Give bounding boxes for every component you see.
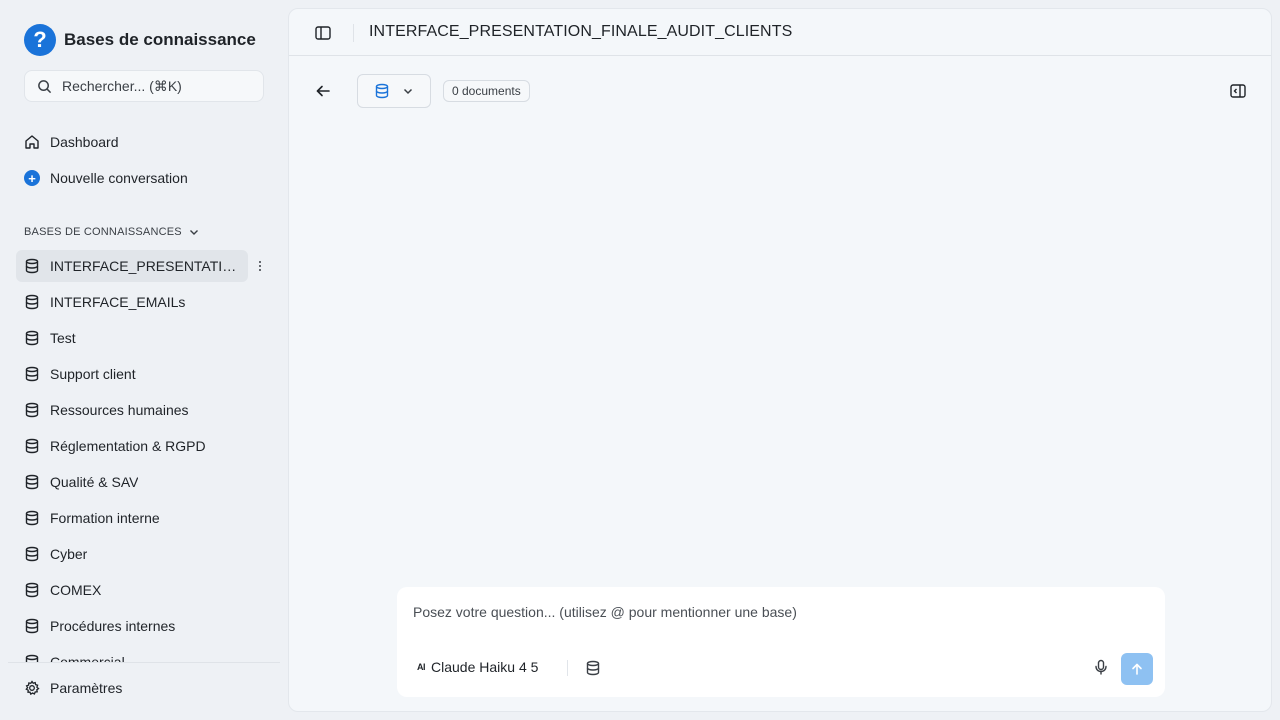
- knowledge-base-item[interactable]: INTERFACE_EMAILs: [16, 286, 248, 318]
- page-title: INTERFACE_PRESENTATION_FINALE_AUDIT_CLIE…: [369, 23, 793, 40]
- top-bar: INTERFACE_PRESENTATION_FINALE_AUDIT_CLIE…: [289, 9, 1271, 56]
- more-options-icon[interactable]: [254, 258, 266, 274]
- database-icon: [24, 258, 40, 274]
- database-icon: [24, 654, 40, 662]
- knowledge-base-label: COMEX: [50, 582, 102, 598]
- arrow-up-icon: [1132, 663, 1142, 675]
- documents-count-badge: 0 documents: [443, 80, 530, 102]
- nav-new-conversation[interactable]: + Nouvelle conversation: [16, 162, 248, 194]
- help-logo-icon: ?: [24, 24, 56, 56]
- send-button[interactable]: [1121, 653, 1153, 685]
- knowledge-base-label: Procédures internes: [50, 618, 176, 634]
- search-input[interactable]: Rechercher... (⌘K): [24, 70, 264, 102]
- knowledge-base-item[interactable]: Commercial: [16, 646, 248, 662]
- model-label: Claude Haiku 4 5: [431, 659, 539, 675]
- database-icon: [24, 546, 40, 562]
- knowledge-base-selector[interactable]: [357, 74, 431, 108]
- nav-settings[interactable]: Paramètres: [16, 672, 248, 704]
- plus-circle-icon: +: [24, 170, 40, 186]
- knowledge-base-label: Commercial: [50, 654, 125, 662]
- database-icon: [375, 83, 389, 99]
- database-icon: [24, 330, 40, 346]
- knowledge-base-label: Support client: [50, 366, 136, 382]
- database-icon: [24, 438, 40, 454]
- knowledge-base-item[interactable]: Ressources humaines: [16, 394, 248, 426]
- database-icon: [24, 294, 40, 310]
- main-panel: INTERFACE_PRESENTATION_FINALE_AUDIT_CLIE…: [288, 8, 1272, 712]
- composer-divider: [567, 660, 568, 676]
- section-label: BASES DE CONNAISSANCES: [24, 226, 182, 238]
- knowledge-base-item[interactable]: Cyber: [16, 538, 248, 570]
- brand[interactable]: ? Bases de connaissance: [24, 24, 256, 56]
- nav-new-conversation-label: Nouvelle conversation: [50, 170, 188, 186]
- knowledge-base-label: Cyber: [50, 546, 88, 562]
- knowledge-base-list: INTERFACE_PRESENTATIO... INTERFACE_EMAILs…: [0, 250, 288, 662]
- chevron-down-icon: [403, 88, 413, 95]
- database-icon[interactable]: [585, 660, 601, 676]
- sidebar: ? Bases de connaissance Rechercher... (⌘…: [0, 0, 288, 720]
- question-input[interactable]: Posez votre question... (utilisez @ pour…: [413, 604, 797, 620]
- knowledge-base-label: Test: [50, 330, 76, 346]
- knowledge-base-item[interactable]: Formation interne: [16, 502, 248, 534]
- knowledge-base-label: INTERFACE_PRESENTATIO...: [50, 258, 238, 274]
- panel-collapse-icon[interactable]: [1229, 82, 1247, 100]
- home-icon: [25, 135, 39, 149]
- knowledge-base-item[interactable]: INTERFACE_PRESENTATIO...: [16, 250, 248, 282]
- search-icon: [38, 79, 52, 93]
- nav-dashboard-label: Dashboard: [50, 134, 119, 150]
- knowledge-base-label: Formation interne: [50, 510, 160, 526]
- database-icon: [24, 582, 40, 598]
- knowledge-base-item[interactable]: Réglementation & RGPD: [16, 430, 248, 462]
- knowledge-base-item[interactable]: COMEX: [16, 574, 248, 606]
- app-title: Bases de connaissance: [64, 30, 256, 49]
- sidebar-divider: [8, 662, 280, 663]
- microphone-icon[interactable]: [1093, 659, 1109, 675]
- knowledge-base-item[interactable]: Test: [16, 322, 248, 354]
- anthropic-icon: AI: [417, 662, 426, 672]
- model-selector[interactable]: AI Claude Haiku 4 5: [417, 659, 538, 675]
- knowledge-base-item[interactable]: Support client: [16, 358, 248, 390]
- database-icon: [24, 510, 40, 526]
- gear-icon: [25, 680, 40, 696]
- knowledge-base-item[interactable]: Procédures internes: [16, 610, 248, 642]
- knowledge-base-label: Réglementation & RGPD: [50, 438, 206, 454]
- knowledge-base-label: INTERFACE_EMAILs: [50, 294, 186, 310]
- knowledge-bases-section-toggle[interactable]: BASES DE CONNAISSANCES: [24, 226, 200, 238]
- database-icon: [24, 618, 40, 634]
- back-arrow-icon[interactable]: [313, 81, 333, 101]
- knowledge-base-label: Ressources humaines: [50, 402, 189, 418]
- database-icon: [24, 366, 40, 382]
- chevron-down-icon: [189, 230, 198, 235]
- sidebar-toggle-icon[interactable]: [314, 24, 332, 42]
- topbar-divider: [353, 24, 354, 42]
- knowledge-base-label: Qualité & SAV: [50, 474, 139, 490]
- search-placeholder: Rechercher... (⌘K): [62, 77, 182, 94]
- database-icon: [24, 402, 40, 418]
- database-icon: [24, 474, 40, 490]
- chat-composer: Posez votre question... (utilisez @ pour…: [397, 587, 1165, 697]
- nav-dashboard[interactable]: Dashboard: [16, 126, 248, 158]
- nav-settings-label: Paramètres: [50, 680, 123, 696]
- knowledge-base-item[interactable]: Qualité & SAV: [16, 466, 248, 498]
